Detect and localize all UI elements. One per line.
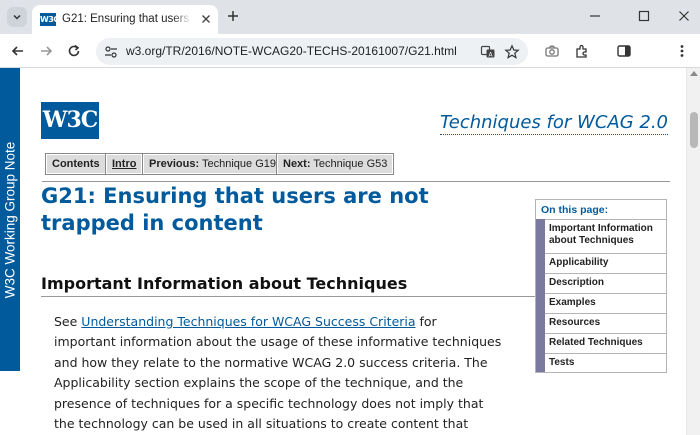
intro-paragraph: See Understanding Techniques for WCAG Su…	[54, 312, 502, 435]
section-divider	[41, 296, 535, 297]
site-info-icon[interactable]	[103, 44, 119, 60]
back-icon[interactable]	[10, 43, 26, 59]
scroll-up-arrow-icon[interactable]	[690, 71, 698, 76]
camera-icon[interactable]	[544, 43, 560, 59]
previous-value: Technique G19	[202, 158, 276, 170]
paragraph-lead: See	[54, 314, 82, 329]
minimize-icon[interactable]	[588, 9, 602, 23]
close-icon[interactable]	[199, 12, 213, 26]
translate-icon[interactable]: A	[480, 44, 496, 60]
close-window-icon[interactable]	[677, 9, 691, 23]
toc-accent-bar	[536, 219, 545, 372]
w3c-status-banner[interactable]: W3C Working Group Note	[0, 68, 20, 371]
forward-icon[interactable]	[38, 43, 54, 59]
toc-item-important-information[interactable]: Important Information about Techniques	[545, 219, 667, 253]
page-viewport: W3C Working Group Note W3C Techniques fo…	[0, 68, 686, 435]
more-icon[interactable]	[674, 43, 690, 59]
browser-toolbar: w3.org/TR/2016/NOTE-WCAG20-TECHS-2016100…	[0, 34, 700, 68]
w3c-favicon-icon: W3C	[40, 13, 59, 26]
side-panel-icon[interactable]	[616, 43, 632, 59]
vertical-scrollbar[interactable]	[686, 68, 700, 435]
next-button[interactable]: Next: Technique G53	[276, 153, 395, 175]
page-title: G21: Ensuring that users are not trapped…	[41, 184, 429, 235]
star-icon[interactable]	[504, 44, 520, 60]
tab-title: G21: Ensuring that users are not trapped…	[62, 13, 192, 25]
url-text[interactable]: w3.org/TR/2016/NOTE-WCAG20-TECHS-2016100…	[126, 44, 457, 58]
next-value: Technique G53	[313, 158, 388, 170]
previous-button[interactable]: Previous: Technique G19	[142, 153, 283, 175]
on-this-page-box: On this page: Important Information abou…	[535, 199, 667, 373]
document-title-link[interactable]: Techniques for WCAG 2.0	[439, 112, 668, 135]
chevron-down-icon	[13, 14, 21, 20]
understanding-techniques-link[interactable]: Understanding Techniques for WCAG Succes…	[81, 314, 415, 329]
maximize-icon[interactable]	[637, 9, 651, 23]
scroll-thumb[interactable]	[690, 112, 698, 148]
paragraph-body: for important information about the usag…	[54, 314, 502, 432]
section-heading: Important Information about Techniques	[41, 274, 408, 293]
w3c-logo[interactable]: W3C	[41, 102, 99, 139]
next-label: Next:	[283, 158, 311, 170]
active-tab[interactable]: W3C G21: Ensuring that users are not tra…	[32, 5, 218, 34]
contents-button[interactable]: Contents	[45, 153, 107, 175]
tab-strip: W3C G21: Ensuring that users are not tra…	[0, 0, 700, 34]
intro-label: Intro	[112, 158, 137, 170]
toc-item-description[interactable]: Description	[545, 273, 667, 293]
toc-item-examples[interactable]: Examples	[545, 293, 667, 313]
reload-icon[interactable]	[66, 43, 82, 59]
toc-item-applicability[interactable]: Applicability	[545, 253, 667, 273]
logo-text: W3C	[42, 107, 99, 133]
toc-item-tests[interactable]: Tests	[545, 353, 667, 372]
previous-label: Previous:	[149, 158, 200, 170]
toc-item-related-techniques[interactable]: Related Techniques	[545, 333, 667, 353]
contents-label: Contents	[52, 158, 100, 170]
tab-search-button[interactable]	[7, 7, 27, 27]
intro-button[interactable]: Intro	[105, 153, 144, 175]
status-banner-text: W3C Working Group Note	[2, 141, 18, 299]
extensions-icon[interactable]	[574, 43, 590, 59]
header-divider	[42, 181, 670, 182]
toc-heading: On this page:	[541, 204, 609, 216]
plus-icon[interactable]	[226, 9, 240, 23]
address-bar[interactable]: w3.org/TR/2016/NOTE-WCAG20-TECHS-2016100…	[96, 38, 528, 65]
toc-item-resources[interactable]: Resources	[545, 313, 667, 333]
